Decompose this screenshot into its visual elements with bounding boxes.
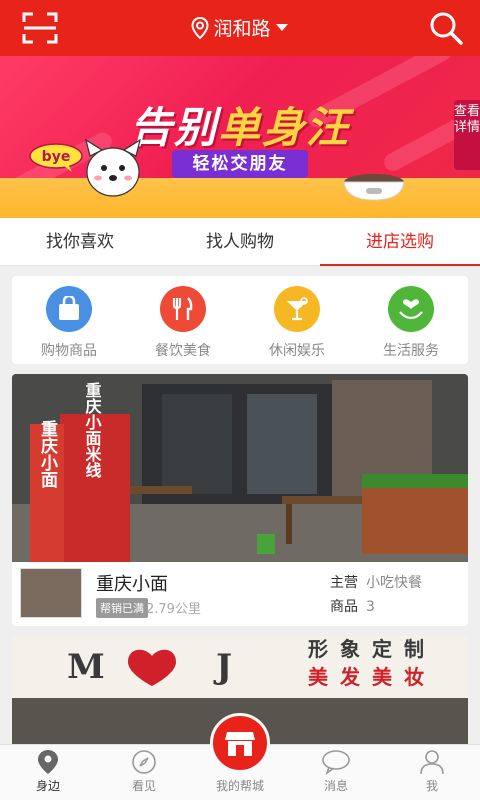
- sign-top-text: 形象定制: [308, 637, 436, 661]
- tab-bar: 找你喜欢 找人购物 进店选购: [0, 218, 480, 266]
- category-grid: 购物商品 餐饮美食 休闲娱乐 生活服务: [12, 276, 468, 364]
- sign-letter-j: J: [213, 647, 232, 687]
- speech-bubble-icon: bye: [29, 143, 83, 172]
- tab-find-shopper[interactable]: 找人购物: [160, 218, 320, 265]
- category-label: 购物商品: [41, 343, 97, 359]
- store-photo: 重庆小面 重庆小面米线: [12, 374, 468, 562]
- view-details-button[interactable]: 查看详情: [454, 100, 480, 170]
- nav-discover[interactable]: 看见: [96, 745, 192, 800]
- store-thumbnail: [20, 568, 82, 618]
- user-icon: [420, 750, 444, 775]
- location-pin-icon: [191, 16, 209, 39]
- tab-find-likes[interactable]: 找你喜欢: [0, 218, 160, 265]
- nav-label: 身边: [35, 779, 60, 793]
- compass-icon: [132, 750, 156, 774]
- store-card[interactable]: 重庆小面 重庆小面米线 重庆小面 帮销已满 2.79公里 主营 小吃快餐 商品 3: [12, 374, 468, 626]
- category-shopping[interactable]: 购物商品: [12, 276, 126, 364]
- category-leisure[interactable]: 休闲娱乐: [240, 276, 354, 364]
- nav-me[interactable]: 我: [384, 745, 480, 800]
- chevron-down-icon: [275, 23, 288, 31]
- store-sign-text-2: 重庆小面米线: [83, 381, 103, 479]
- bowl-illustration: [343, 174, 405, 201]
- store-goods-count: 商品 3: [330, 599, 375, 615]
- shopping-bag-icon: [46, 286, 92, 332]
- category-label: 餐饮美食: [155, 343, 211, 359]
- promo-banner[interactable]: 告别单身汪 轻松交朋友 bye 查看详情: [0, 56, 480, 218]
- store-info: 重庆小面 帮销已满 2.79公里 主营 小吃快餐 商品 3: [12, 562, 468, 626]
- status-badge: 帮销已满: [96, 598, 148, 618]
- shop-icon: [210, 713, 270, 773]
- nav-my-store[interactable]: 我的帮城: [192, 713, 288, 800]
- search-icon[interactable]: [428, 10, 464, 46]
- store-main-business: 主营 小吃快餐: [330, 575, 422, 591]
- nav-messages[interactable]: 消息: [288, 745, 384, 800]
- cocktail-icon: [274, 286, 320, 332]
- nav-label: 消息: [323, 779, 348, 793]
- store-distance: 2.79公里: [146, 602, 201, 617]
- sign-bottom-text: 美发美妆: [308, 665, 436, 689]
- nav-label: 我的帮城: [215, 779, 264, 793]
- location-selector[interactable]: 润和路: [0, 14, 480, 44]
- nav-label: 我: [425, 779, 438, 793]
- store-name: 重庆小面: [96, 574, 168, 595]
- location-label: 润和路: [213, 18, 271, 40]
- category-label: 生活服务: [383, 343, 439, 359]
- tab-store-shopping[interactable]: 进店选购: [320, 218, 480, 266]
- banner-subtitle: 轻松交朋友: [172, 150, 308, 178]
- category-life-services[interactable]: 生活服务: [354, 276, 468, 364]
- heart-hand-icon: [388, 286, 434, 332]
- category-label: 休闲娱乐: [269, 343, 325, 359]
- message-icon: [322, 750, 350, 775]
- nav-label: 看见: [131, 779, 156, 793]
- nav-nearby[interactable]: 身边: [0, 745, 96, 800]
- category-dining[interactable]: 餐饮美食: [126, 276, 240, 364]
- sign-letter-m: M: [67, 647, 105, 687]
- location-pin-icon: [38, 750, 58, 774]
- store-sign-text: 重庆小面: [37, 419, 58, 489]
- bye-text: bye: [42, 149, 71, 165]
- top-bar: 润和路: [0, 0, 480, 56]
- banner-floor: [0, 178, 480, 218]
- fork-knife-icon: [160, 286, 206, 332]
- bottom-nav: 身边 看见 我的帮城 消息 我: [0, 713, 480, 800]
- dog-illustration: [85, 138, 141, 197]
